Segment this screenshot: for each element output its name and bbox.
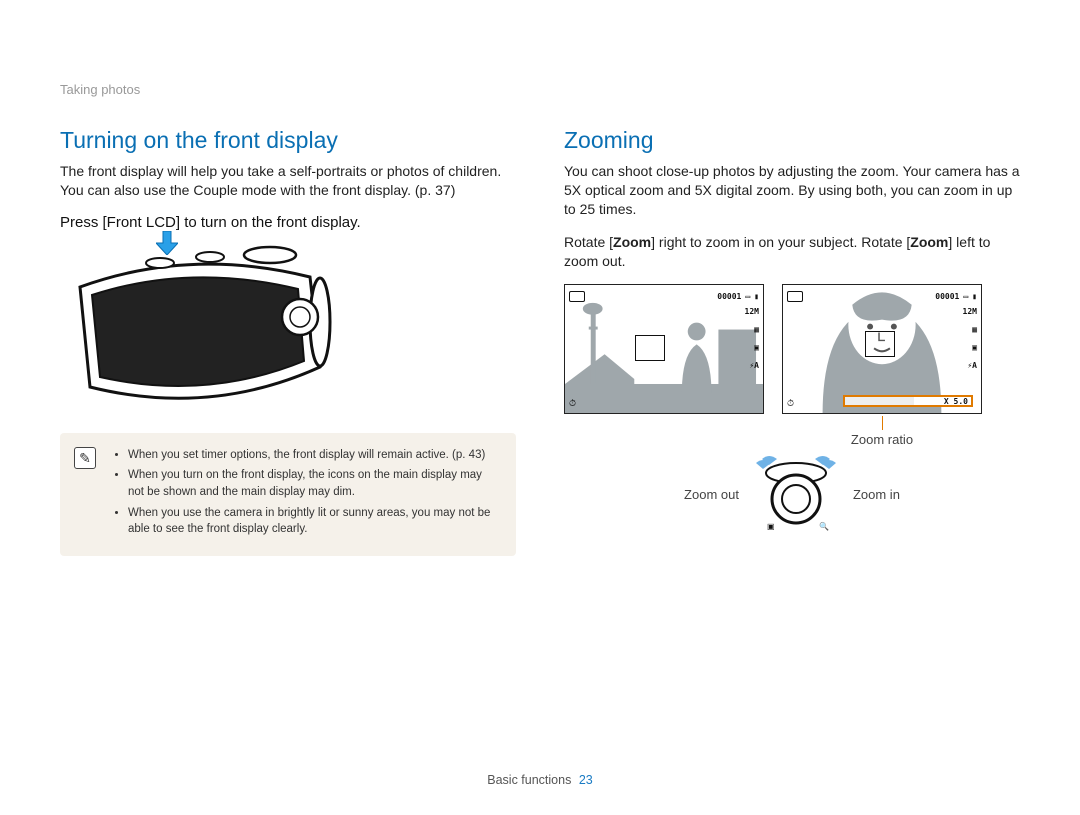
right-body-1: You can shoot close-up photos by adjusti…	[564, 162, 1020, 219]
footer-page-number: 23	[579, 773, 593, 787]
footer-section: Basic functions	[487, 773, 571, 787]
zoom-in-label: Zoom in	[853, 487, 900, 502]
resolution-badge: 12M	[745, 307, 759, 316]
right-section-title: Zooming	[564, 127, 1020, 154]
svg-text:🔍: 🔍	[819, 521, 829, 531]
note-box: ✎ When you set timer options, the front …	[60, 433, 516, 556]
af-icon: ▣	[972, 343, 977, 352]
left-column: Turning on the front display The front d…	[60, 127, 516, 556]
counter-value: 00001	[935, 292, 959, 301]
note-item: When you use the camera in brightly lit …	[128, 505, 498, 538]
svg-text:▣: ▣	[767, 522, 775, 531]
flash-icon: ⚡A	[749, 361, 759, 370]
breadcrumb: Taking photos	[60, 82, 1020, 97]
preview-screen-wide: 00001 ▭ ▮ 12M ▦ ▣ ⚡A ⏱	[564, 284, 764, 414]
note-item: When you set timer options, the front di…	[128, 447, 498, 464]
preview-screen-zoom: 00001 ▭ ▮ 12M ▦ ▣ ⚡A ⏱	[782, 284, 982, 414]
quality-icon: ▦	[754, 325, 759, 334]
left-instruction: Press [Front LCD] to turn on the front d…	[60, 214, 516, 231]
camera-illustration	[60, 239, 340, 409]
memory-icon: ▭	[745, 292, 750, 301]
arrow-down-icon	[156, 231, 178, 255]
timer-icon: ⏱	[787, 398, 794, 409]
quality-icon: ▦	[972, 325, 977, 334]
left-body-text: The front display will help you take a s…	[60, 162, 516, 200]
zoom-dial-illustration: ▣ 🔍	[753, 455, 839, 533]
timer-icon: ⏱	[569, 398, 576, 409]
note-icon: ✎	[74, 447, 96, 469]
zoom-ratio-bar: X 5.0	[843, 395, 973, 407]
flash-icon: ⚡A	[967, 361, 977, 370]
zoom-ratio-label: Zoom ratio	[782, 432, 982, 447]
af-icon: ▣	[754, 343, 759, 352]
focus-frame	[635, 335, 665, 361]
page-footer: Basic functions 23	[0, 773, 1080, 787]
camera-mode-icon	[569, 291, 585, 302]
right-column: Zooming You can shoot close-up photos by…	[564, 127, 1020, 556]
resolution-badge: 12M	[963, 307, 977, 316]
focus-frame	[865, 331, 895, 357]
memory-icon: ▭	[963, 292, 968, 301]
zoom-out-label: Zoom out	[684, 487, 739, 502]
note-item: When you turn on the front display, the …	[128, 467, 498, 500]
zoom-ratio-value: X 5.0	[944, 397, 968, 406]
right-body-2: Rotate [Zoom] right to zoom in on your s…	[564, 233, 1020, 271]
battery-icon: ▮	[972, 292, 977, 301]
camera-mode-icon	[787, 291, 803, 302]
battery-icon: ▮	[754, 292, 759, 301]
counter-value: 00001	[717, 292, 741, 301]
left-section-title: Turning on the front display	[60, 127, 516, 154]
callout-line	[882, 416, 883, 430]
